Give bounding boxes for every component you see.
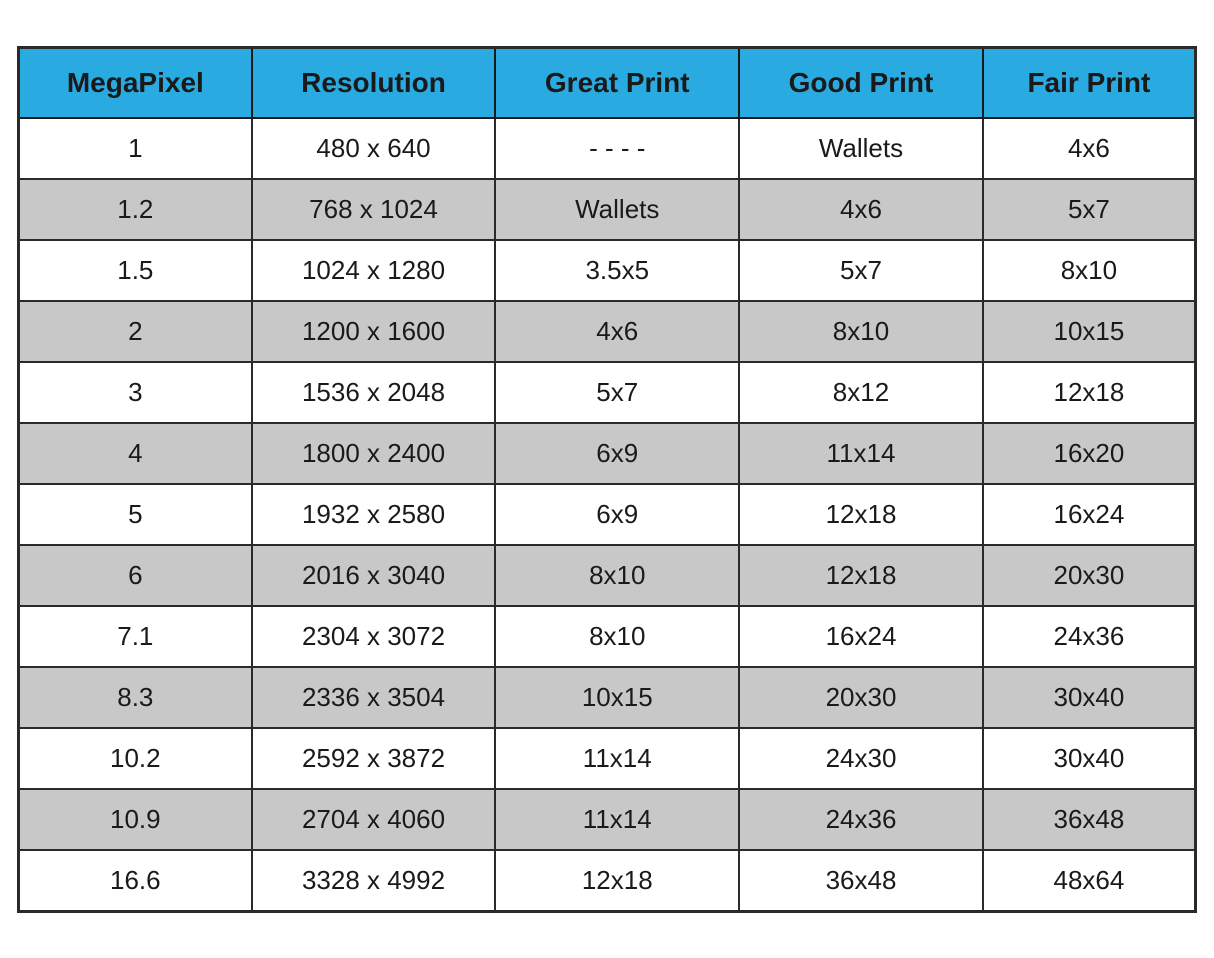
cell-row7-col4: 20x30 (983, 545, 1196, 606)
cell-row9-col2: 10x15 (495, 667, 739, 728)
cell-row6-col4: 16x24 (983, 484, 1196, 545)
cell-row0-col4: 4x6 (983, 118, 1196, 179)
cell-row8-col1: 2304 x 3072 (252, 606, 496, 667)
table-row: 1.2768 x 1024Wallets4x65x7 (19, 179, 1196, 240)
cell-row4-col4: 12x18 (983, 362, 1196, 423)
cell-row6-col2: 6x9 (495, 484, 739, 545)
cell-row2-col2: 3.5x5 (495, 240, 739, 301)
table-row: 1.51024 x 12803.5x55x78x10 (19, 240, 1196, 301)
print-resolution-table: MegaPixel Resolution Great Print Good Pr… (17, 46, 1197, 913)
cell-row2-col0: 1.5 (19, 240, 252, 301)
cell-row7-col2: 8x10 (495, 545, 739, 606)
cell-row2-col4: 8x10 (983, 240, 1196, 301)
cell-row9-col3: 20x30 (739, 667, 983, 728)
cell-row11-col2: 11x14 (495, 789, 739, 850)
cell-row5-col4: 16x20 (983, 423, 1196, 484)
cell-row12-col2: 12x18 (495, 850, 739, 912)
cell-row3-col3: 8x10 (739, 301, 983, 362)
cell-row4-col2: 5x7 (495, 362, 739, 423)
cell-row8-col0: 7.1 (19, 606, 252, 667)
cell-row7-col0: 6 (19, 545, 252, 606)
cell-row4-col1: 1536 x 2048 (252, 362, 496, 423)
cell-row10-col3: 24x30 (739, 728, 983, 789)
cell-row11-col0: 10.9 (19, 789, 252, 850)
cell-row11-col4: 36x48 (983, 789, 1196, 850)
cell-row3-col0: 2 (19, 301, 252, 362)
table-row: 62016 x 30408x1012x1820x30 (19, 545, 1196, 606)
table-row: 16.63328 x 499212x1836x4848x64 (19, 850, 1196, 912)
cell-row3-col4: 10x15 (983, 301, 1196, 362)
table-row: 10.22592 x 387211x1424x3030x40 (19, 728, 1196, 789)
cell-row0-col0: 1 (19, 118, 252, 179)
cell-row12-col3: 36x48 (739, 850, 983, 912)
cell-row6-col1: 1932 x 2580 (252, 484, 496, 545)
cell-row0-col2: - - - - (495, 118, 739, 179)
cell-row8-col3: 16x24 (739, 606, 983, 667)
cell-row5-col3: 11x14 (739, 423, 983, 484)
cell-row9-col4: 30x40 (983, 667, 1196, 728)
cell-row12-col1: 3328 x 4992 (252, 850, 496, 912)
table-row: 10.92704 x 406011x1424x3636x48 (19, 789, 1196, 850)
cell-row2-col1: 1024 x 1280 (252, 240, 496, 301)
table-row: 1480 x 640- - - -Wallets4x6 (19, 118, 1196, 179)
cell-row8-col2: 8x10 (495, 606, 739, 667)
table-row: 51932 x 25806x912x1816x24 (19, 484, 1196, 545)
table-row: 8.32336 x 350410x1520x3030x40 (19, 667, 1196, 728)
cell-row1-col3: 4x6 (739, 179, 983, 240)
table-row: 41800 x 24006x911x1416x20 (19, 423, 1196, 484)
cell-row1-col0: 1.2 (19, 179, 252, 240)
table-row: 7.12304 x 30728x1016x2424x36 (19, 606, 1196, 667)
cell-row7-col3: 12x18 (739, 545, 983, 606)
cell-row11-col1: 2704 x 4060 (252, 789, 496, 850)
header-good-print: Good Print (739, 47, 983, 118)
table-row: 21200 x 16004x68x1010x15 (19, 301, 1196, 362)
table-row: 31536 x 20485x78x1212x18 (19, 362, 1196, 423)
table-container: MegaPixel Resolution Great Print Good Pr… (17, 46, 1197, 913)
cell-row3-col1: 1200 x 1600 (252, 301, 496, 362)
cell-row0-col3: Wallets (739, 118, 983, 179)
header-row: MegaPixel Resolution Great Print Good Pr… (19, 47, 1196, 118)
header-resolution: Resolution (252, 47, 496, 118)
cell-row11-col3: 24x36 (739, 789, 983, 850)
header-great-print: Great Print (495, 47, 739, 118)
header-fair-print: Fair Print (983, 47, 1196, 118)
cell-row4-col3: 8x12 (739, 362, 983, 423)
cell-row9-col1: 2336 x 3504 (252, 667, 496, 728)
cell-row12-col0: 16.6 (19, 850, 252, 912)
cell-row7-col1: 2016 x 3040 (252, 545, 496, 606)
cell-row5-col0: 4 (19, 423, 252, 484)
cell-row5-col1: 1800 x 2400 (252, 423, 496, 484)
cell-row6-col0: 5 (19, 484, 252, 545)
cell-row12-col4: 48x64 (983, 850, 1196, 912)
table-body: 1480 x 640- - - -Wallets4x61.2768 x 1024… (19, 118, 1196, 912)
cell-row0-col1: 480 x 640 (252, 118, 496, 179)
cell-row6-col3: 12x18 (739, 484, 983, 545)
cell-row10-col2: 11x14 (495, 728, 739, 789)
cell-row10-col1: 2592 x 3872 (252, 728, 496, 789)
cell-row8-col4: 24x36 (983, 606, 1196, 667)
header-megapixel: MegaPixel (19, 47, 252, 118)
cell-row2-col3: 5x7 (739, 240, 983, 301)
cell-row10-col0: 10.2 (19, 728, 252, 789)
cell-row3-col2: 4x6 (495, 301, 739, 362)
cell-row9-col0: 8.3 (19, 667, 252, 728)
cell-row1-col2: Wallets (495, 179, 739, 240)
cell-row5-col2: 6x9 (495, 423, 739, 484)
cell-row4-col0: 3 (19, 362, 252, 423)
cell-row1-col4: 5x7 (983, 179, 1196, 240)
cell-row1-col1: 768 x 1024 (252, 179, 496, 240)
cell-row10-col4: 30x40 (983, 728, 1196, 789)
